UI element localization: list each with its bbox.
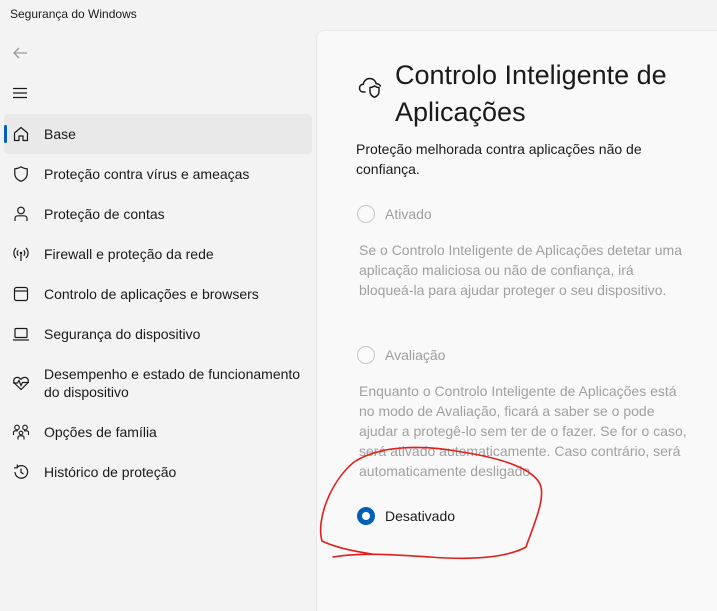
sidebar-item-label: Controlo de aplicações e browsers xyxy=(44,286,259,302)
sidebar-item-label: Desempenho e estado de funcionamento do … xyxy=(44,366,301,400)
radio-option-avaliacao[interactable]: Avaliação xyxy=(357,346,445,364)
main-content: Controlo Inteligente de Aplicações Prote… xyxy=(316,30,717,611)
sidebar-item-firewall[interactable]: Firewall e proteção da rede xyxy=(4,234,312,274)
radio-option-ativado[interactable]: Ativado xyxy=(357,205,432,223)
page-description: Proteção melhorada contra aplicações não… xyxy=(356,141,642,177)
page-title: Controlo Inteligente de Aplicações xyxy=(395,60,667,127)
sidebar-item-protection-history[interactable]: Histórico de proteção xyxy=(4,452,312,492)
sidebar-item-label: Histórico de proteção xyxy=(44,464,177,480)
sidebar-item-label: Proteção contra vírus e ameaças xyxy=(44,166,250,182)
family-icon xyxy=(12,423,30,441)
wifi-signal-icon xyxy=(12,245,30,263)
radio-button-selected[interactable] xyxy=(357,507,375,525)
title-bar: Segurança do Windows xyxy=(0,0,717,30)
cloud-shield-icon xyxy=(357,73,385,101)
back-arrow-icon xyxy=(13,47,27,59)
app-window-icon xyxy=(12,285,30,303)
option-description: Enquanto o Controlo Inteligente de Aplic… xyxy=(359,383,687,479)
sidebar-item-label: Opções de família xyxy=(44,424,157,440)
sidebar-item-device-performance[interactable]: Desempenho e estado de funcionamento do … xyxy=(4,354,312,412)
sidebar-item-label: Base xyxy=(44,126,76,142)
menu-button[interactable] xyxy=(6,80,34,106)
sidebar-item-label: Proteção de contas xyxy=(44,206,165,222)
sidebar-item-label: Segurança do dispositivo xyxy=(44,326,201,342)
radio-label: Ativado xyxy=(385,206,432,222)
sidebar-nav: Base Proteção contra vírus e ameaças Pro… xyxy=(0,114,314,492)
radio-label: Avaliação xyxy=(385,347,446,363)
radio-label: Desativado xyxy=(385,508,456,524)
back-button[interactable] xyxy=(6,40,34,66)
sidebar-item-account-protection[interactable]: Proteção de contas xyxy=(4,194,312,234)
radio-option-desativado[interactable]: Desativado xyxy=(357,507,455,525)
radio-button[interactable] xyxy=(357,205,375,223)
sidebar-item-virus-protection[interactable]: Proteção contra vírus e ameaças xyxy=(4,154,312,194)
sidebar-item-label: Firewall e proteção da rede xyxy=(44,246,214,262)
sidebar-item-base[interactable]: Base xyxy=(4,114,312,154)
radio-button[interactable] xyxy=(357,346,375,364)
sidebar-item-family-options[interactable]: Opções de família xyxy=(4,412,312,452)
person-icon xyxy=(12,205,30,223)
home-icon xyxy=(12,125,30,143)
sidebar-item-device-security[interactable]: Segurança do dispositivo xyxy=(4,314,312,354)
sidebar-item-app-browser-control[interactable]: Controlo de aplicações e browsers xyxy=(4,274,312,314)
laptop-icon xyxy=(12,325,30,343)
window-title: Segurança do Windows xyxy=(10,7,137,21)
history-icon xyxy=(12,463,30,481)
heart-pulse-icon xyxy=(12,374,30,392)
shield-icon xyxy=(12,165,30,183)
hamburger-icon xyxy=(13,87,27,99)
option-description: Se o Controlo Inteligente de Aplicações … xyxy=(359,242,682,298)
